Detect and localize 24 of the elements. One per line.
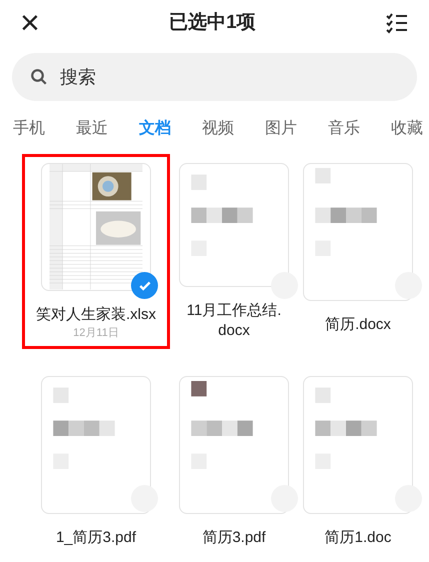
category-tab[interactable]: 视频 [202, 117, 234, 141]
category-tab[interactable]: 图片 [265, 117, 297, 141]
file-name: 简历.docx [324, 315, 392, 335]
file-date: 12月11日 [73, 326, 119, 340]
category-tab[interactable]: 文档 [139, 117, 171, 141]
file-thumbnail[interactable] [179, 163, 289, 287]
file-name: 1_简历3.pdf [54, 528, 138, 548]
window-title: 已选中1项 [169, 10, 256, 35]
category-tab[interactable]: 音乐 [328, 117, 360, 141]
file-name: 简历1.doc [324, 528, 392, 548]
category-tab[interactable]: 收藏 [391, 117, 423, 141]
search-icon [30, 68, 48, 86]
search-field[interactable]: 搜索 [12, 53, 417, 101]
checklist-icon[interactable] [385, 11, 409, 35]
file-thumbnail[interactable] [303, 376, 413, 514]
category-tab[interactable]: 最近 [76, 117, 108, 141]
file-thumbnail[interactable] [41, 376, 151, 514]
close-icon[interactable]: × [20, 6, 40, 40]
file-name: 11月工作总结.docx [186, 301, 282, 341]
file-thumbnail[interactable] [179, 376, 289, 514]
file-name: 简历3.pdf [201, 528, 267, 548]
file-thumbnail[interactable] [303, 163, 413, 301]
category-tab[interactable]: 手机 [13, 117, 45, 141]
file-name: 笑对人生家装.xlsx [35, 304, 157, 324]
